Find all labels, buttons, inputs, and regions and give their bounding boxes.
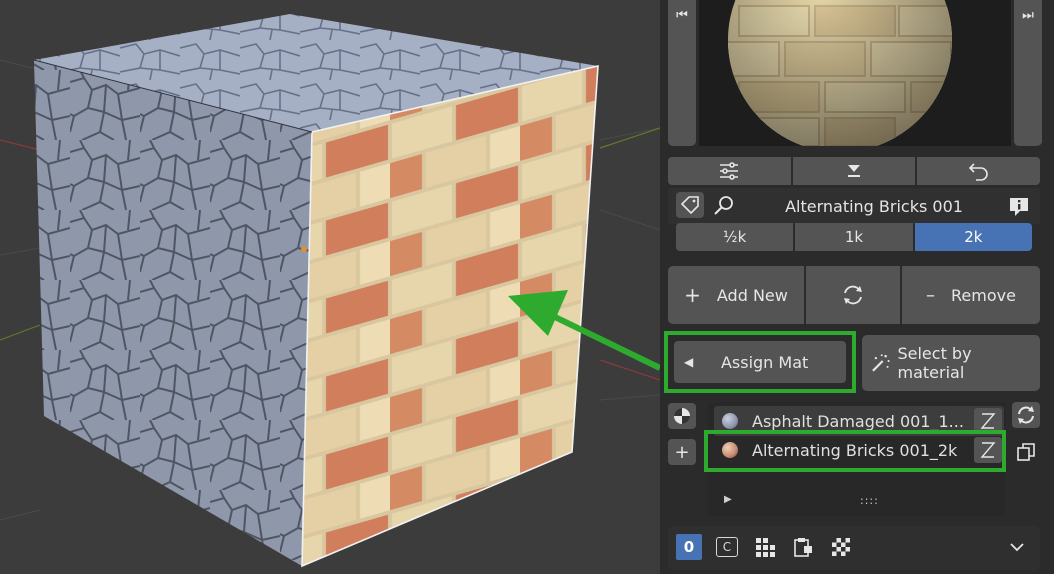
- plus-icon: +: [684, 283, 701, 307]
- count-badge[interactable]: 0: [676, 534, 702, 560]
- undo-icon: [968, 163, 988, 181]
- expand-triangle-icon[interactable]: ▶: [724, 494, 732, 505]
- expand-menu-button[interactable]: [1004, 534, 1030, 560]
- minus-icon: –: [926, 284, 936, 306]
- object-origin: [301, 246, 307, 252]
- c-icon: C: [716, 537, 738, 557]
- add-new-button[interactable]: + Add New: [668, 266, 804, 324]
- material-slot-list: Asphalt Damaged 001_1... Alternating Bri…: [708, 402, 1006, 516]
- download-button[interactable]: [792, 157, 916, 185]
- link-toggle-icon[interactable]: [974, 408, 1002, 434]
- bottom-toolbar: 0 C: [668, 526, 1040, 570]
- add-new-label: Add New: [716, 285, 788, 305]
- refresh-icon: [844, 285, 862, 305]
- cube-left-face: [34, 60, 312, 566]
- remove-button[interactable]: – Remove: [902, 266, 1040, 324]
- resolution-2k[interactable]: 2k: [914, 223, 1032, 251]
- copy-icon: [1017, 443, 1035, 461]
- settings-button[interactable]: [668, 157, 791, 185]
- download-icon: [848, 165, 860, 177]
- c-button[interactable]: C: [714, 534, 740, 560]
- select-by-material-label: Select by material: [897, 344, 972, 382]
- viewport-scene: [0, 14, 660, 568]
- checker-icon: [832, 538, 850, 556]
- skip-start-icon: ⏮: [676, 8, 688, 23]
- grid-dots-icon: [756, 538, 775, 557]
- list-footer: ▶ ::::: [718, 494, 998, 510]
- assign-mat-button[interactable]: ◀ Assign Mat: [674, 341, 846, 383]
- material-slot-item-selected[interactable]: Alternating Bricks 001_2k: [714, 435, 1004, 465]
- material-preview-area: ⏮ ⏭: [668, 0, 1048, 148]
- checker-button[interactable]: [828, 534, 854, 560]
- chevron-down-icon: [1010, 543, 1024, 552]
- refresh-button[interactable]: [806, 266, 900, 324]
- resolution-half-k[interactable]: ½k: [676, 223, 794, 251]
- assign-mat-highlight: ◀ Assign Mat: [664, 331, 856, 393]
- previous-asset-button[interactable]: ⏮: [668, 0, 696, 146]
- asset-browser-panel: ⏮ ⏭ Alternating Bricks 001 ½k 1k 2k + Ad…: [660, 0, 1054, 574]
- material-slot-item[interactable]: Asphalt Damaged 001_1...: [714, 406, 1004, 436]
- resolution-1k[interactable]: 1k: [795, 223, 913, 251]
- info-icon[interactable]: [1008, 196, 1030, 218]
- magic-wand-icon: [872, 354, 890, 372]
- remove-label: Remove: [951, 285, 1016, 305]
- clipboard-button[interactable]: [790, 534, 816, 560]
- triangle-left-icon: ◀: [684, 355, 694, 369]
- skip-end-icon: ⏭: [1022, 8, 1034, 23]
- material-name: Alternating Bricks 001_2k: [752, 440, 958, 460]
- sync-button[interactable]: [1012, 402, 1040, 428]
- link-toggle-icon[interactable]: [974, 437, 1002, 463]
- undo-button[interactable]: [917, 157, 1041, 185]
- assign-mat-label: Assign Mat: [720, 352, 809, 372]
- material-name: Asphalt Damaged 001_1...: [752, 411, 964, 431]
- asset-header: Alternating Bricks 001: [668, 188, 1040, 224]
- tag-icon: [680, 196, 699, 215]
- resolution-selector: ½k 1k 2k: [676, 223, 1032, 251]
- search-icon[interactable]: [712, 194, 736, 218]
- next-asset-button[interactable]: ⏭: [1014, 0, 1042, 146]
- copy-button[interactable]: [1012, 439, 1040, 465]
- plus-icon: +: [674, 441, 690, 463]
- preview-toolbar: [668, 157, 1041, 185]
- clipboard-icon: [794, 538, 812, 557]
- material-actions: + Add New – Remove: [668, 266, 1040, 324]
- asset-name: Alternating Bricks 001: [785, 197, 963, 216]
- 3d-viewport[interactable]: [0, 0, 660, 574]
- sync-icon: [1018, 406, 1034, 424]
- grid-dots-button[interactable]: [752, 534, 778, 560]
- add-material-slot-button[interactable]: +: [668, 439, 696, 465]
- resize-grip[interactable]: ::::: [860, 494, 879, 507]
- material-ball-icon: [722, 442, 738, 458]
- material-preview-button[interactable]: [668, 403, 696, 429]
- material-sphere-icon: [674, 408, 690, 424]
- material-ball-icon: [722, 413, 738, 429]
- select-by-material-button[interactable]: Select by material: [862, 335, 1040, 391]
- tag-button[interactable]: [676, 192, 704, 218]
- material-preview-image: [699, 0, 1011, 146]
- sliders-icon: [720, 162, 739, 180]
- x-axis-line: [0, 139, 41, 151]
